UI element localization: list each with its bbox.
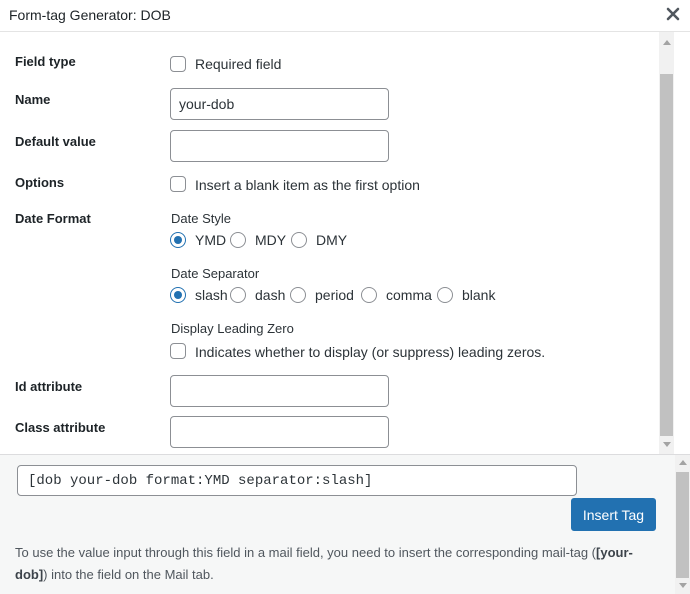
date-style-mdy-label: MDY (255, 232, 287, 248)
name-input[interactable] (170, 88, 389, 120)
id-attribute-label: Id attribute (15, 379, 83, 394)
dialog-footer: Insert Tag To use the value input throug… (0, 454, 690, 594)
separator-slash-radio[interactable] (170, 287, 186, 303)
separator-period-label: period (315, 287, 354, 303)
date-style-dmy-label: DMY (316, 232, 348, 248)
content-scrollbar-thumb[interactable] (660, 74, 673, 436)
date-format-label: Date Format (15, 211, 91, 226)
separator-period-radio[interactable] (290, 287, 306, 303)
separator-comma-radio[interactable] (361, 287, 377, 303)
insert-tag-button[interactable]: Insert Tag (571, 498, 656, 531)
separator-blank-radio[interactable] (437, 287, 453, 303)
separator-blank-label: blank (462, 287, 496, 303)
default-value-input[interactable] (170, 130, 389, 162)
blank-item-checkbox[interactable] (170, 176, 186, 192)
note-prefix: To use the value input through this fiel… (15, 545, 597, 560)
scroll-down-icon[interactable] (663, 442, 671, 447)
separator-comma-label: comma (386, 287, 432, 303)
close-icon[interactable] (664, 5, 682, 23)
dialog-titlebar: Form-tag Generator: DOB (0, 0, 690, 32)
blank-item-label: Insert a blank item as the first option (195, 177, 420, 193)
date-style-dmy-radio[interactable] (291, 232, 307, 248)
leading-zero-checkbox[interactable] (170, 343, 186, 359)
footer-scroll-down-icon[interactable] (679, 583, 687, 588)
form-content[interactable]: Field type Required field Name Default v… (0, 32, 690, 454)
date-style-ymd-label: YMD (195, 232, 227, 248)
footer-scrollbar-thumb[interactable] (676, 472, 689, 578)
mail-tag-note: To use the value input through this fiel… (15, 542, 665, 586)
date-style-mdy-radio[interactable] (230, 232, 246, 248)
field-type-label: Field type (15, 54, 76, 69)
date-style-ymd-radio[interactable] (170, 232, 186, 248)
separator-dash-label: dash (255, 287, 286, 303)
id-attribute-input[interactable] (170, 375, 389, 407)
required-field-label: Required field (195, 56, 282, 72)
class-attribute-label: Class attribute (15, 420, 106, 435)
separator-slash-label: slash (195, 287, 228, 303)
name-label: Name (15, 92, 51, 107)
scroll-up-icon[interactable] (663, 40, 671, 45)
leading-zero-checkbox-label: Indicates whether to display (or suppres… (195, 344, 546, 360)
default-value-label: Default value (15, 134, 96, 149)
class-attribute-input[interactable] (170, 416, 389, 448)
dialog-title: Form-tag Generator: DOB (9, 7, 171, 23)
leading-zero-label: Display Leading Zero (171, 321, 294, 336)
note-suffix: ) into the field on the Mail tab. (43, 567, 214, 582)
options-label: Options (15, 175, 65, 190)
date-separator-label: Date Separator (171, 266, 260, 281)
tag-output-field[interactable] (17, 465, 577, 496)
separator-dash-radio[interactable] (230, 287, 246, 303)
date-style-label: Date Style (171, 211, 231, 226)
footer-scroll-up-icon[interactable] (679, 460, 687, 465)
required-field-checkbox[interactable] (170, 56, 186, 72)
